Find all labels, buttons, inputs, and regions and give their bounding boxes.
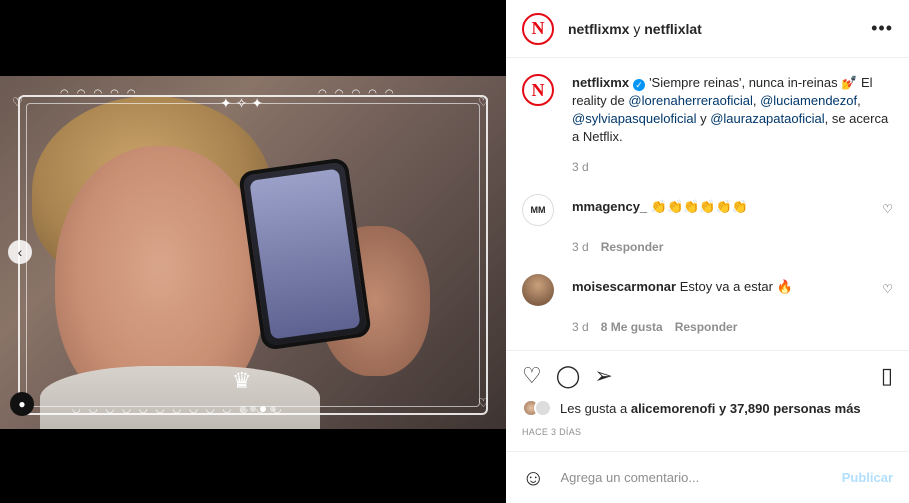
comment-button[interactable]: ◯ <box>556 363 581 389</box>
caption-text: netflixmx ✓ 'Siempre reinas', nunca in-rei… <box>572 74 893 146</box>
carousel-dot-active <box>260 406 266 412</box>
post-authors: netflixmx y netflixlat <box>568 21 702 37</box>
comment-like-button[interactable]: ♡ <box>882 202 893 216</box>
mention-link[interactable]: @lorenaherreraoficial <box>628 93 752 108</box>
post-header: N netflixmx y netflixlat ••• <box>506 0 909 58</box>
likes-prefix: Les gusta a <box>560 400 628 416</box>
comment-text: mmagency_ 👏👏👏👏👏👏 <box>572 194 876 216</box>
sparkle-icon: ✦ ✧ ✦ <box>220 95 263 111</box>
caption-separator: , <box>752 93 761 108</box>
author-link[interactable]: netflixmx <box>568 21 629 37</box>
bookmark-icon: ▯ <box>880 363 893 388</box>
emoji-icon: ☺ <box>522 464 545 490</box>
caption-emoji: 💅 <box>841 75 858 90</box>
verified-badge-icon: ✓ <box>633 79 646 91</box>
instagram-post-modal: ♡ ♡ ♡ ✦ ✧ ✦ ◠◠◠◠◠ ◠◠◠◠◠ ♛ ◡◡◡◡◡◡◡◡◡◡◡◡◡ … <box>0 0 909 503</box>
post-sidebar: N netflixmx y netflixlat ••• N netflixmx… <box>506 0 909 503</box>
avatar-text: MM <box>530 205 546 215</box>
post-timestamp[interactable]: HACE 3 DÍAS <box>506 421 909 451</box>
heart-ornament-icon: ♡ <box>478 396 489 410</box>
comment-meta: 3 d Responder <box>572 240 893 254</box>
user-icon: ● <box>18 397 26 411</box>
caption-avatar[interactable]: N <box>522 74 554 106</box>
mention-link[interactable]: @luciamendezof <box>760 93 857 108</box>
netflix-avatar[interactable]: N <box>522 12 554 45</box>
author-connector: y <box>633 20 641 37</box>
more-options-button[interactable]: ••• <box>871 18 893 39</box>
bell-ornament-icon: ◠◠◠◠◠ <box>60 88 144 99</box>
caption-part: 'Siempre reinas', nunca in-reinas <box>649 75 838 90</box>
post-actions: ♡ ◯ ➢ ▯ <box>506 350 909 395</box>
comment-username[interactable]: moisescarmonar <box>572 279 676 294</box>
crown-icon: ♛ <box>232 368 252 393</box>
caption-separator: , <box>857 93 861 108</box>
avatar-letter: N <box>531 18 545 38</box>
heart-icon: ♡ <box>522 363 542 388</box>
tagged-users-button[interactable]: ● <box>10 392 34 416</box>
liker-username[interactable]: alicemorenofi <box>631 401 716 416</box>
share-icon: ➢ <box>594 363 613 388</box>
mention-link[interactable]: @sylviapasqueloficial <box>572 111 696 126</box>
comment-username[interactable]: mmagency_ <box>572 199 647 214</box>
comments-section: N netflixmx ✓ 'Siempre reinas', nunca in-r… <box>506 58 909 350</box>
share-button[interactable]: ➢ <box>594 363 612 389</box>
likes-count[interactable]: y 37,890 personas más <box>719 401 861 416</box>
carousel-dot <box>250 406 256 412</box>
publish-button[interactable]: Publicar <box>842 470 893 485</box>
more-icon: ••• <box>871 18 893 38</box>
commenter-avatar[interactable] <box>522 274 554 306</box>
bell-ornament-icon: ◠◠◠◠◠ <box>318 88 402 99</box>
carousel-indicator <box>240 406 276 412</box>
avatar-letter: N <box>531 79 545 100</box>
heart-icon: ♡ <box>882 202 893 216</box>
likes-text: Les gusta a alicemorenofi y 37,890 perso… <box>560 401 861 416</box>
emoji-picker-button[interactable]: ☺ <box>522 465 544 491</box>
caption-time[interactable]: 3 d <box>572 160 589 174</box>
caption-username[interactable]: netflixmx <box>572 75 629 90</box>
comment-like-button[interactable]: ♡ <box>882 282 893 296</box>
carousel-dot <box>270 406 276 412</box>
reply-button[interactable]: Responder <box>675 320 738 334</box>
heart-ornament-icon: ♡ <box>12 95 23 109</box>
previous-slide-button[interactable]: ‹ <box>8 240 32 264</box>
comment: MM mmagency_ 👏👏👏👏👏👏 ♡ <box>522 194 893 226</box>
comment: moisescarmonar Estoy va a estar 🔥 ♡ <box>522 274 893 306</box>
comment-composer: ☺ Agrega un comentario... Publicar <box>506 451 909 503</box>
caption-separator: y <box>696 111 711 126</box>
comment-meta: 3 d 8 Me gusta Responder <box>572 320 893 334</box>
heart-ornament-icon: ♡ <box>478 95 489 109</box>
comment-body: Estoy va a estar 🔥 <box>679 279 793 294</box>
collaborator-link[interactable]: netflixlat <box>644 21 702 37</box>
commenter-avatar[interactable]: MM <box>522 194 554 226</box>
mention-link[interactable]: @laurazapataoficial <box>710 111 824 126</box>
comment-likes-count[interactable]: 8 Me gusta <box>601 320 663 334</box>
caption-meta: 3 d <box>572 160 893 174</box>
liker-avatar <box>534 399 552 417</box>
comment-input[interactable]: Agrega un comentario... <box>560 470 841 485</box>
post-media: ♡ ♡ ♡ ✦ ✧ ✦ ◠◠◠◠◠ ◠◠◠◠◠ ♛ ◡◡◡◡◡◡◡◡◡◡◡◡◡ … <box>0 0 506 503</box>
comment-icon: ◯ <box>555 363 581 388</box>
heart-icon: ♡ <box>882 282 893 296</box>
comment-time[interactable]: 3 d <box>572 240 589 254</box>
comment-body: 👏👏👏👏👏👏 <box>650 199 748 214</box>
decorative-frame-inner <box>26 103 480 407</box>
chevron-left-icon: ‹ <box>17 244 23 260</box>
caption: N netflixmx ✓ 'Siempre reinas', nunca in-r… <box>522 74 893 146</box>
like-button[interactable]: ♡ <box>522 363 542 389</box>
likes-summary: Les gusta a alicemorenofi y 37,890 perso… <box>506 395 909 421</box>
carousel-dot <box>240 406 246 412</box>
reply-button[interactable]: Responder <box>601 240 664 254</box>
comment-text: moisescarmonar Estoy va a estar 🔥 <box>572 274 876 296</box>
save-button[interactable]: ▯ <box>881 363 893 389</box>
comment-time[interactable]: 3 d <box>572 320 589 334</box>
